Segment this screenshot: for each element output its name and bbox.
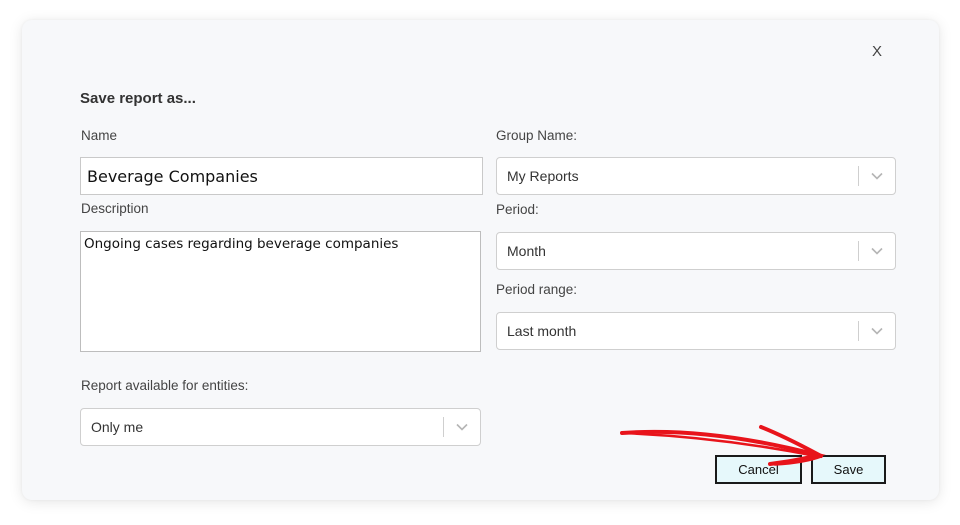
select-separator	[858, 241, 859, 261]
period-range-label: Period range:	[496, 282, 578, 297]
entities-select[interactable]: Only me	[80, 408, 481, 446]
select-separator	[443, 417, 444, 437]
select-separator	[858, 321, 859, 341]
entities-label: Report available for entities:	[81, 378, 249, 393]
close-icon[interactable]: X	[868, 42, 886, 62]
period-range-select[interactable]: Last month	[496, 312, 896, 350]
chevron-down-icon[interactable]	[870, 244, 884, 258]
chevron-down-icon[interactable]	[870, 324, 884, 338]
period-label: Period:	[496, 202, 539, 217]
period-select[interactable]: Month	[496, 232, 896, 270]
group-name-label: Group Name:	[496, 128, 578, 143]
cancel-button[interactable]: Cancel	[715, 455, 802, 484]
group-name-select-value: My Reports	[507, 168, 579, 184]
name-input[interactable]	[80, 157, 483, 195]
dialog-title: Save report as...	[80, 90, 196, 107]
description-label: Description	[81, 201, 149, 216]
description-textarea[interactable]: Ongoing cases regarding beverage compani…	[80, 231, 481, 352]
entities-select-value: Only me	[91, 419, 144, 435]
save-button[interactable]: Save	[811, 455, 886, 484]
chevron-down-icon[interactable]	[870, 169, 884, 183]
name-label: Name	[81, 128, 118, 143]
period-range-select-value: Last month	[507, 323, 577, 339]
period-select-value: Month	[507, 243, 546, 259]
chevron-down-icon[interactable]	[455, 420, 469, 434]
group-name-select[interactable]: My Reports	[496, 157, 896, 195]
select-separator	[858, 166, 859, 186]
